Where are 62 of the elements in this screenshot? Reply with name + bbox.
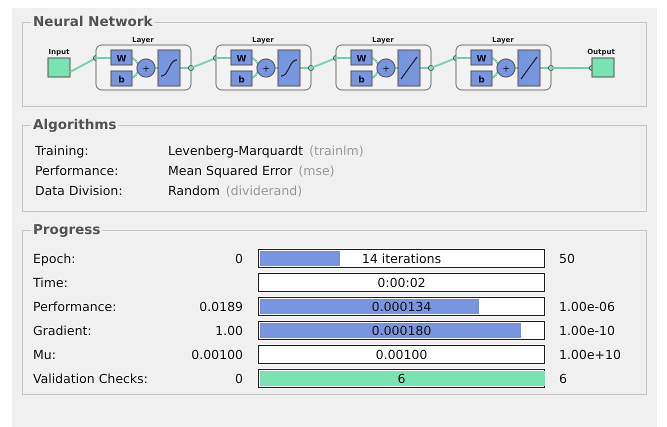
transfer-function-block bbox=[158, 50, 180, 86]
sum-node bbox=[256, 58, 276, 78]
metric-label: Gradient: bbox=[33, 322, 93, 338]
bias-block bbox=[230, 70, 252, 86]
field-label: Training: bbox=[35, 143, 90, 158]
field-value: Levenberg-Marquardt bbox=[168, 143, 304, 158]
metric-label: Epoch: bbox=[33, 250, 76, 266]
progress-value: 0.000134 bbox=[372, 298, 432, 314]
metric-label: Time: bbox=[33, 274, 69, 290]
sum-node bbox=[376, 58, 396, 78]
progress-value: 0.000180 bbox=[372, 322, 432, 338]
output-node bbox=[592, 58, 614, 78]
start-value: 0.0189 bbox=[199, 298, 243, 314]
target-value: 1.00e-06 bbox=[559, 298, 615, 314]
start-value: 0 bbox=[235, 250, 243, 266]
sum-sign: + bbox=[262, 64, 270, 74]
progress-value: 6 bbox=[398, 370, 406, 386]
start-value: 0 bbox=[235, 370, 243, 386]
progress-value: 14 iterations bbox=[362, 250, 442, 266]
function-name: (trainlm) bbox=[309, 143, 364, 158]
start-value: 0.00100 bbox=[191, 346, 243, 362]
field-label: Data Division: bbox=[35, 183, 124, 198]
bias-label: b bbox=[118, 76, 125, 86]
sum-sign: + bbox=[502, 64, 510, 74]
sum-sign: + bbox=[382, 64, 390, 74]
function-name: (mse) bbox=[298, 163, 335, 178]
weight-label: W bbox=[476, 54, 486, 64]
transfer-function-block bbox=[398, 50, 420, 86]
weight-label: W bbox=[236, 54, 246, 64]
weight-block bbox=[350, 50, 372, 66]
bias-label: b bbox=[358, 76, 365, 86]
sum-sign: + bbox=[142, 64, 150, 74]
transfer-function-block bbox=[278, 50, 300, 86]
weight-block bbox=[470, 50, 492, 66]
bias-label: b bbox=[238, 76, 245, 86]
panel-title: Algorithms bbox=[32, 117, 118, 133]
target-value: 50 bbox=[559, 250, 575, 266]
bias-label: b bbox=[478, 76, 485, 86]
metric-label: Performance: bbox=[33, 298, 118, 314]
transfer-function-block bbox=[518, 50, 540, 86]
weight-block bbox=[230, 50, 252, 66]
bias-block bbox=[110, 70, 132, 86]
bias-block bbox=[350, 70, 372, 86]
function-name: (dividerand) bbox=[226, 183, 302, 198]
panel-title: Neural Network bbox=[32, 14, 154, 30]
weight-block bbox=[110, 50, 132, 66]
metric-label: Mu: bbox=[33, 346, 57, 362]
field-label: Performance: bbox=[35, 163, 120, 178]
sum-node bbox=[496, 58, 516, 78]
weight-label: W bbox=[116, 54, 126, 64]
target-value: 1.00e-10 bbox=[559, 322, 615, 338]
input-node bbox=[48, 58, 70, 78]
bias-block bbox=[470, 70, 492, 86]
panel-title: Progress bbox=[32, 222, 102, 238]
start-value: 1.00 bbox=[215, 322, 243, 338]
field-value: Mean Squared Error bbox=[168, 163, 292, 178]
metric-label: Validation Checks: bbox=[33, 370, 149, 386]
sum-node bbox=[136, 58, 156, 78]
field-value: Random bbox=[168, 183, 220, 198]
weight-label: W bbox=[356, 54, 366, 64]
target-value: 6 bbox=[559, 370, 567, 386]
target-value: 1.00e+10 bbox=[559, 346, 621, 362]
